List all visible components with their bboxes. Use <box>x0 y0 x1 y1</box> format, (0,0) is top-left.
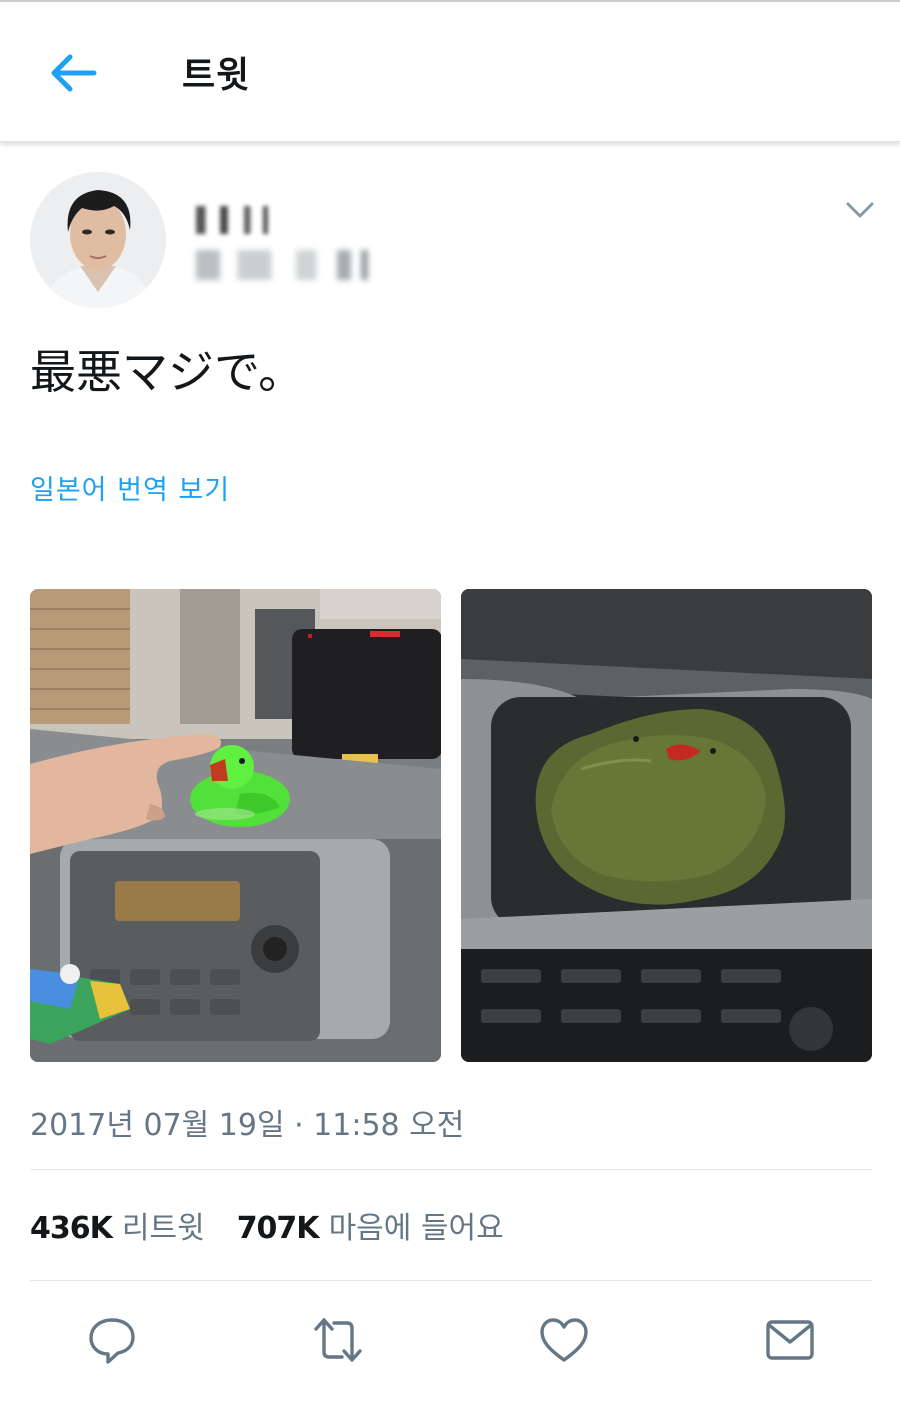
divider <box>30 1169 872 1170</box>
retweet-label[interactable]: 리트윗 <box>122 1203 205 1247</box>
tweet-stats: 436K 리트윗 707K 마음에 들어요 <box>30 1203 536 1247</box>
top-bar: 트윗 <box>0 2 900 142</box>
tweet-photo-duck[interactable] <box>30 589 441 1062</box>
avatar[interactable] <box>30 172 166 308</box>
direct-message-button[interactable] <box>764 1314 816 1366</box>
back-arrow-icon <box>51 54 97 92</box>
reply-icon <box>89 1318 135 1364</box>
back-button[interactable] <box>44 48 100 98</box>
chevron-down-icon <box>846 202 874 218</box>
tweet-timestamp[interactable]: 2017년 07월 19일 · 11:58 오전 <box>30 1100 464 1144</box>
photo-duck-dashboard <box>30 589 441 1062</box>
retweet-icon <box>314 1318 362 1362</box>
author-name-redacted[interactable] <box>196 206 276 234</box>
mail-icon <box>766 1320 814 1360</box>
avatar-photo <box>30 172 166 308</box>
reply-button[interactable] <box>86 1314 138 1366</box>
more-options-button[interactable] <box>842 192 878 228</box>
tweet-text: 最悪マジで。 <box>30 345 305 399</box>
heart-icon <box>540 1318 588 1362</box>
like-label[interactable]: 마음에 들어요 <box>329 1203 504 1247</box>
author-handle-redacted[interactable] <box>196 250 368 280</box>
translate-link[interactable]: 일본어 번역 보기 <box>30 468 230 507</box>
divider <box>30 1280 872 1281</box>
like-button[interactable] <box>538 1314 590 1366</box>
page-title: 트윗 <box>182 55 251 96</box>
like-count[interactable]: 707K <box>237 1211 320 1246</box>
tweet-photo-melted[interactable] <box>461 589 872 1062</box>
retweet-count[interactable]: 436K <box>30 1211 113 1246</box>
retweet-button[interactable] <box>312 1314 364 1366</box>
photo-melted-duck <box>461 589 872 1062</box>
